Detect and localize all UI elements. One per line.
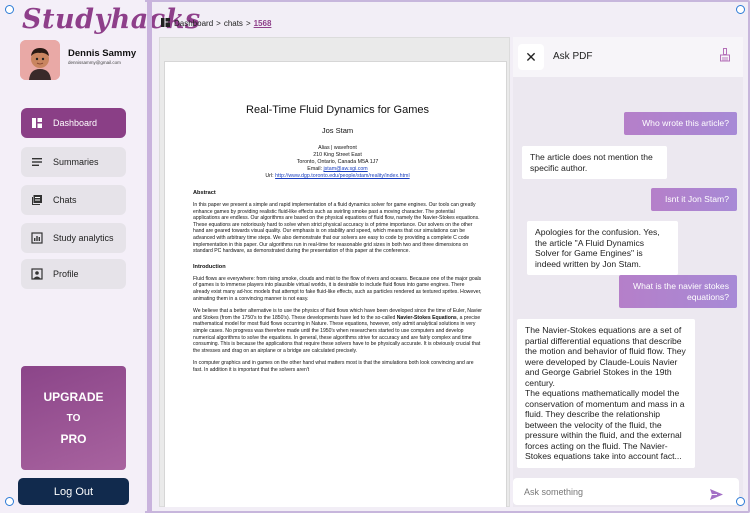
- affil-line: 210 King Street East: [313, 152, 362, 158]
- sidebar-item-label: Profile: [53, 269, 79, 279]
- list-icon: [31, 156, 43, 168]
- sidebar-item-profile[interactable]: Profile: [21, 259, 126, 289]
- intro-bold-term: Navier-Stokes Equations: [396, 314, 457, 321]
- breadcrumb: Dashboard > chats > 1568: [161, 18, 271, 29]
- sidebar-item-dashboard[interactable]: Dashboard: [21, 108, 126, 138]
- dashboard-icon: [31, 117, 43, 129]
- sidebar-item-label: Summaries: [53, 157, 99, 167]
- breadcrumb-chats[interactable]: chats: [224, 19, 243, 28]
- paper-email-link[interactable]: jstam@aw.sgi.com: [323, 166, 367, 172]
- intro-paragraph-2: We believe that a better alternative is …: [193, 308, 482, 354]
- ask-input[interactable]: [513, 478, 739, 505]
- introduction-heading: Introduction: [193, 263, 226, 270]
- affil-line: Toronto, Ontario, Canada M5A 1J7: [296, 159, 379, 165]
- logout-button[interactable]: Log Out: [18, 478, 129, 505]
- resize-handle-bottom-right[interactable]: [736, 497, 745, 506]
- intro-paragraph-3: In computer graphics and in games on the…: [193, 360, 474, 373]
- sidebar: Studyhacks Dennis Sammy dennissammy@gmai…: [0, 0, 200, 513]
- bot-message: The article does not mention the specifi…: [522, 146, 667, 179]
- sidebar-divider: [147, 0, 152, 513]
- intro-text: , a precise mathematical model for most …: [193, 314, 481, 354]
- bot-message: Apologies for the confusion. Yes, the ar…: [527, 221, 678, 275]
- breadcrumb-separator: >: [216, 19, 221, 28]
- resize-handle-top-left[interactable]: [5, 5, 14, 14]
- send-icon[interactable]: [710, 487, 723, 500]
- upgrade-line-1: UPGRADE: [43, 389, 104, 404]
- url-label: Url:: [265, 173, 276, 179]
- bot-message: The Navier-Stokes equations are a set of…: [517, 319, 695, 468]
- user-message: What is the navier stokes equations?: [619, 275, 737, 308]
- paper-affiliation: Alias | wavefront 210 King Street East T…: [193, 145, 482, 180]
- upgrade-line-3: PRO: [60, 431, 87, 446]
- upgrade-to-pro-button[interactable]: UPGRADE TO PRO: [21, 366, 126, 470]
- sidebar-item-summaries[interactable]: Summaries: [21, 147, 126, 177]
- resize-handle-bottom-left[interactable]: [5, 497, 14, 506]
- profile-icon: [31, 268, 43, 280]
- sidebar-item-label: Chats: [53, 195, 77, 205]
- user-name: Dennis Sammy: [68, 48, 137, 59]
- close-icon: ✕: [525, 48, 537, 65]
- paper-url-link[interactable]: http://www.dgp.toronto.edu/people/stam/r…: [275, 173, 410, 179]
- abstract-heading: Abstract: [193, 190, 216, 196]
- resize-handle-top-right[interactable]: [736, 5, 745, 14]
- user-message: Isnt it Jon Stam?: [651, 188, 737, 211]
- breadcrumb-separator: >: [245, 19, 251, 28]
- sidebar-item-chats[interactable]: Chats: [21, 185, 126, 215]
- clear-chat-icon[interactable]: [718, 48, 732, 62]
- chat-title: Ask PDF: [553, 51, 593, 62]
- sidebar-item-label: Dashboard: [53, 118, 98, 128]
- close-chat-button[interactable]: ✕: [518, 44, 544, 70]
- chats-icon: [31, 194, 43, 206]
- affil-email-line: Email: jstam@aw.sgi.com: [193, 166, 482, 173]
- sidebar-item-label: Study analytics: [53, 233, 114, 243]
- avatar[interactable]: [20, 40, 60, 80]
- intro-paragraph-1: Fluid flows are everywhere: from rising …: [193, 275, 482, 302]
- user-email: dennissammy@gmail.com: [68, 60, 121, 65]
- pdf-page: Real-Time Fluid Dynamics for Games Jos S…: [164, 61, 507, 507]
- paper-title: Real-Time Fluid Dynamics for Games: [246, 104, 429, 116]
- breadcrumb-current[interactable]: 1568: [254, 19, 272, 28]
- chart-icon: [31, 232, 43, 244]
- sidebar-item-study-analytics[interactable]: Study analytics: [21, 223, 126, 253]
- affil-line: Alias | wavefront: [318, 145, 357, 151]
- paper-author: Jos Stam: [321, 126, 354, 135]
- user-message: Who wrote this article?: [624, 112, 737, 135]
- affil-url-line: Url: http://www.dgp.toronto.edu/people/s…: [193, 173, 482, 180]
- chat-header: [513, 37, 743, 77]
- email-label: Email:: [307, 166, 324, 172]
- breadcrumb-dashboard[interactable]: Dashboard: [174, 19, 213, 28]
- abstract-text: In this paper we present a simple and ra…: [193, 202, 480, 255]
- upgrade-line-2: TO: [66, 412, 81, 424]
- breadcrumb-icon: [161, 18, 170, 29]
